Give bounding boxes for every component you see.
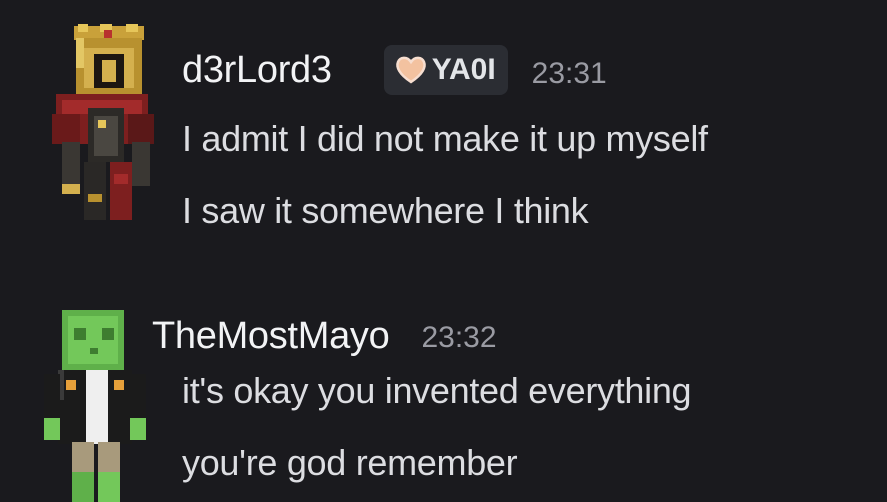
avatar[interactable]: [40, 308, 156, 502]
heart-icon: [395, 56, 426, 84]
message-text: it's okay you invented everything: [182, 370, 692, 411]
message-text: I saw it somewhere I think: [182, 190, 589, 231]
username[interactable]: TheMostMayo: [152, 315, 390, 358]
avatar[interactable]: [48, 24, 164, 224]
timestamp[interactable]: 23:32: [421, 321, 496, 355]
timestamp[interactable]: 23:31: [532, 57, 607, 91]
username[interactable]: d3rLord3: [182, 49, 332, 92]
message-text: you're god remember: [182, 442, 518, 483]
message-text: I admit I did not make it up myself: [182, 118, 708, 159]
message-header: d3rLord3 YA0I 23:31: [182, 44, 607, 96]
message-header: TheMostMayo 23:32: [152, 310, 497, 362]
guild-tag-label: YA0I: [431, 53, 496, 86]
guild-tag[interactable]: YA0I: [383, 45, 508, 95]
chat-view: d3rLord3 YA0I 23:31 I admit I did not ma…: [0, 0, 887, 502]
